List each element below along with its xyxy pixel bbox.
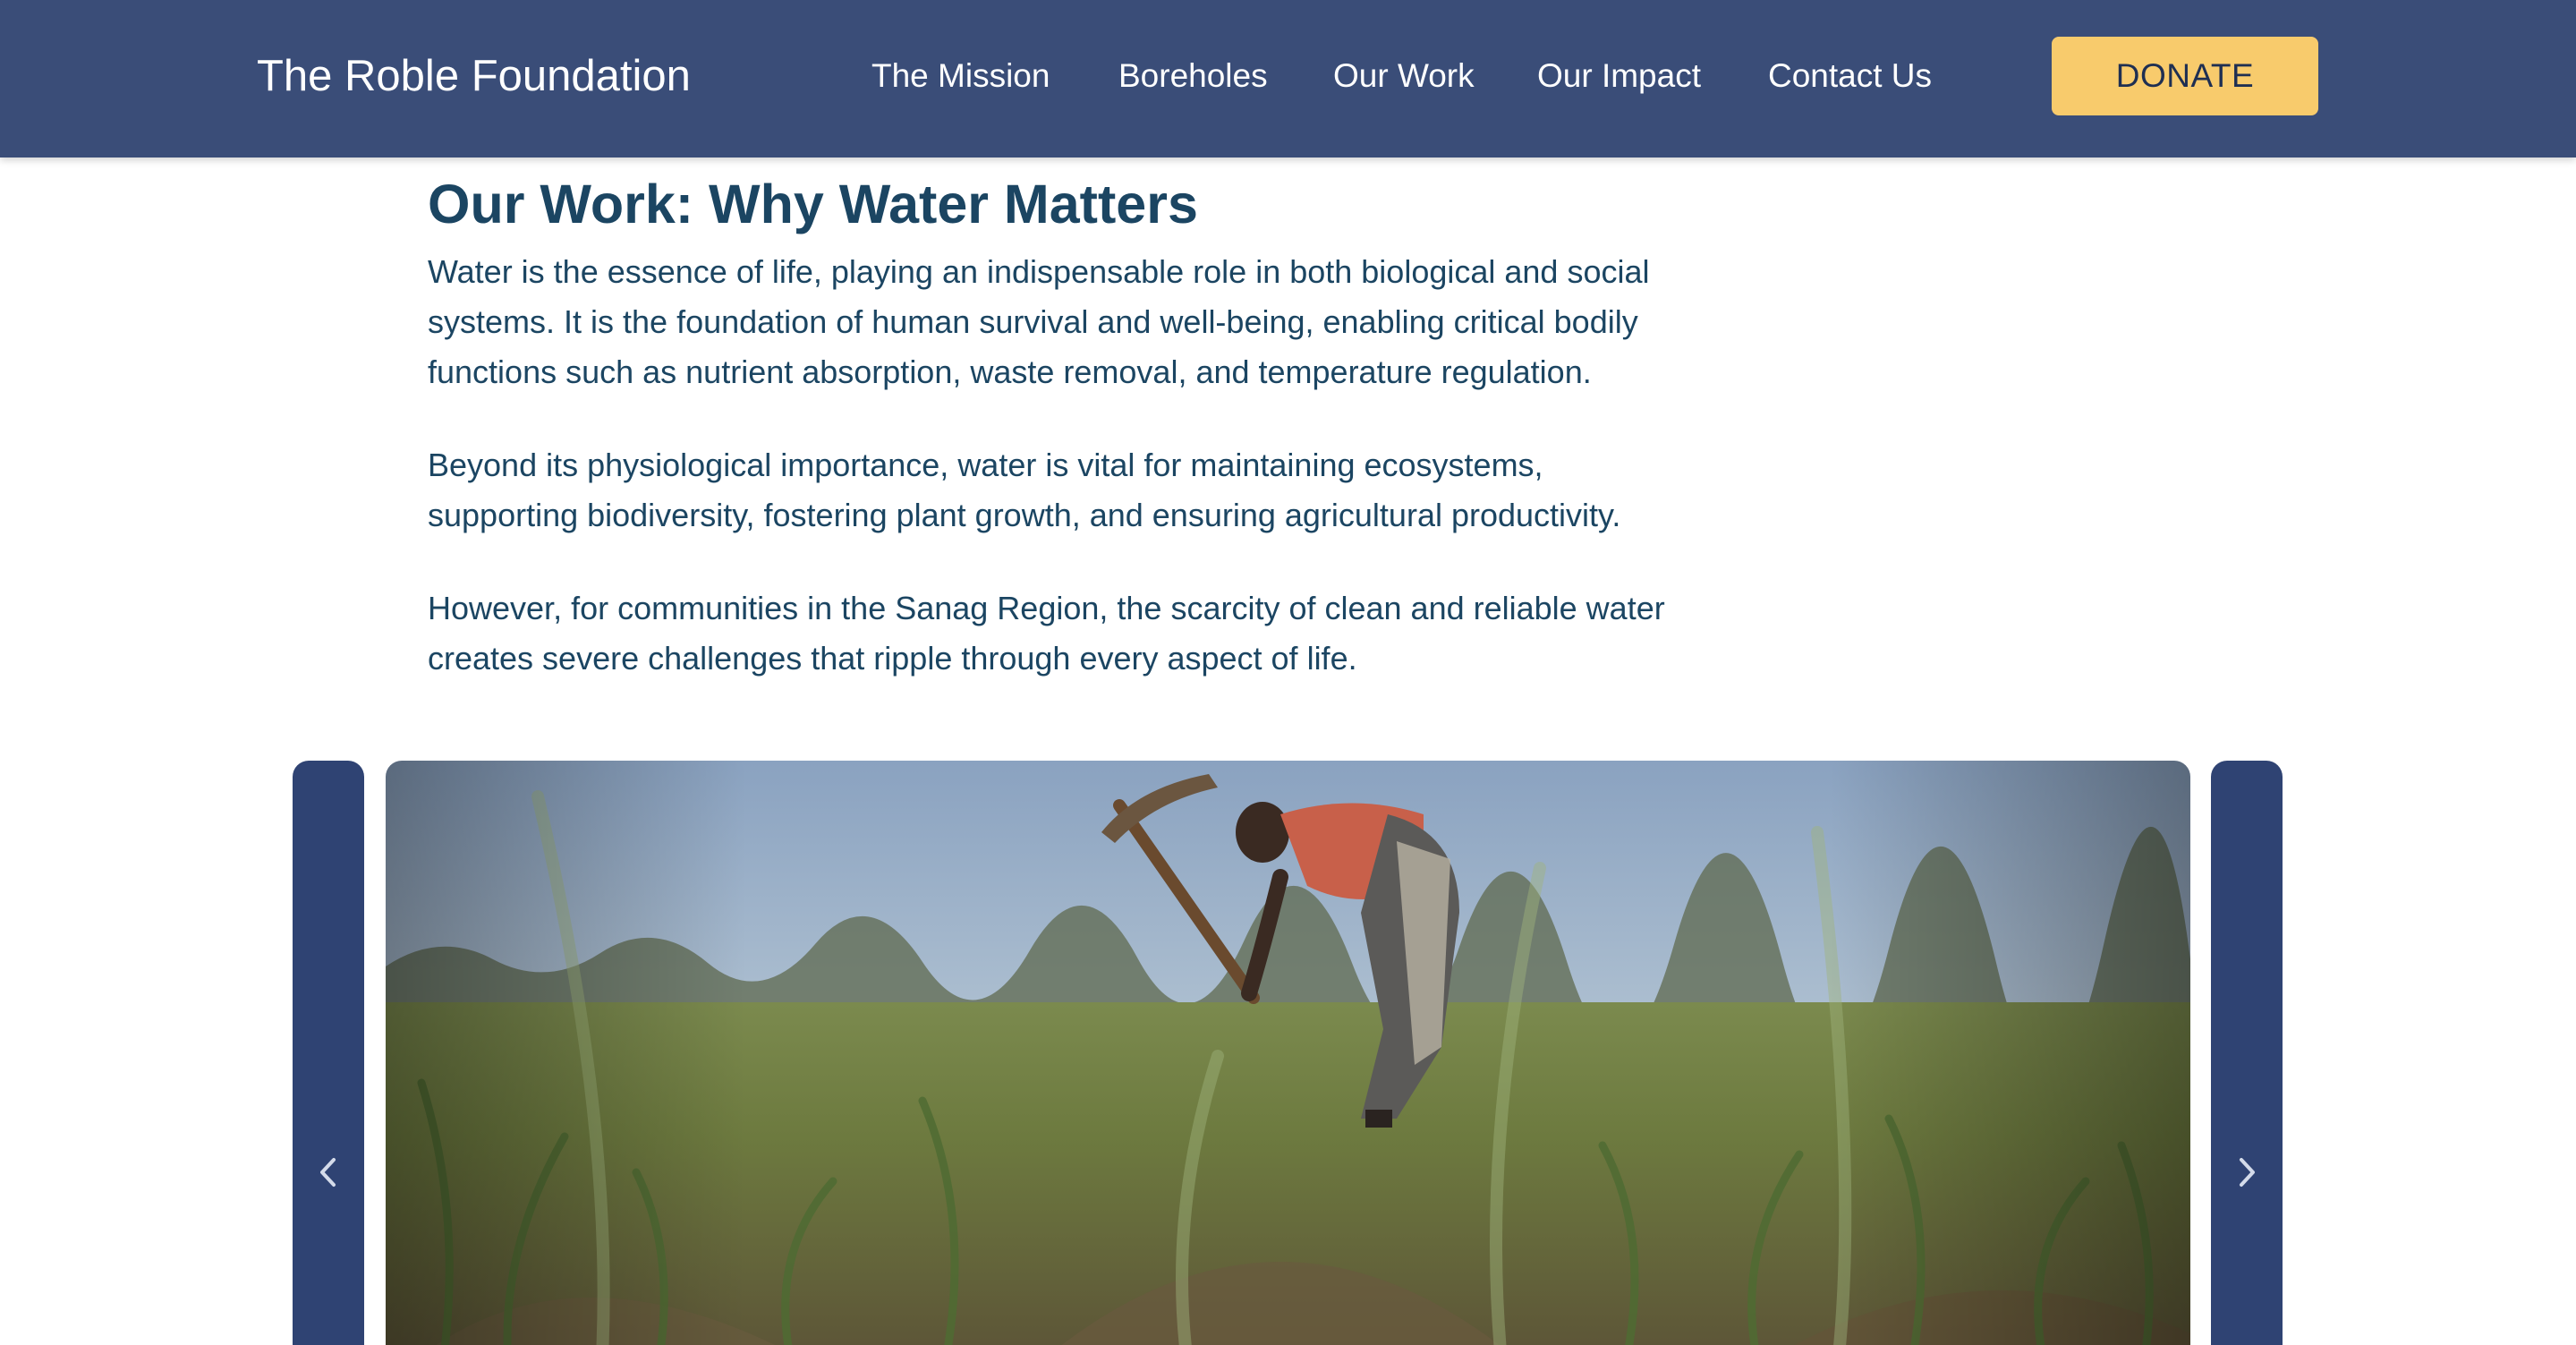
carousel-next-button[interactable] <box>2211 761 2283 1345</box>
article: Our Work: Why Water Matters Water is the… <box>428 166 1698 684</box>
chevron-left-icon <box>320 1158 336 1187</box>
article-paragraph: Water is the essence of life, playing an… <box>428 253 1650 390</box>
image-carousel <box>0 761 2576 1345</box>
carousel-slide-image <box>386 761 2190 1345</box>
article-paragraph: However, for communities in the Sanag Re… <box>428 590 1665 677</box>
page-title: Our Work: Why Water Matters <box>428 174 1198 234</box>
donate-button[interactable]: DONATE <box>2052 37 2318 115</box>
nav-link-the-mission[interactable]: The Mission <box>871 47 1050 106</box>
carousel-prev-button[interactable] <box>293 761 364 1345</box>
nav-link-our-work[interactable]: Our Work <box>1333 47 1475 106</box>
site-header: The Roble Foundation The Mission Borehol… <box>0 0 2576 157</box>
nav-link-contact-us[interactable]: Contact Us <box>1768 47 1932 106</box>
chevron-right-icon <box>2240 1158 2255 1187</box>
nav-link-our-impact[interactable]: Our Impact <box>1537 47 1701 106</box>
article-paragraph: Beyond its physiological importance, wat… <box>428 447 1621 533</box>
nav-link-boreholes[interactable]: Boreholes <box>1118 47 1268 106</box>
page: The Roble Foundation The Mission Borehol… <box>0 0 2576 1345</box>
farmer-field-photo <box>386 761 2190 1345</box>
